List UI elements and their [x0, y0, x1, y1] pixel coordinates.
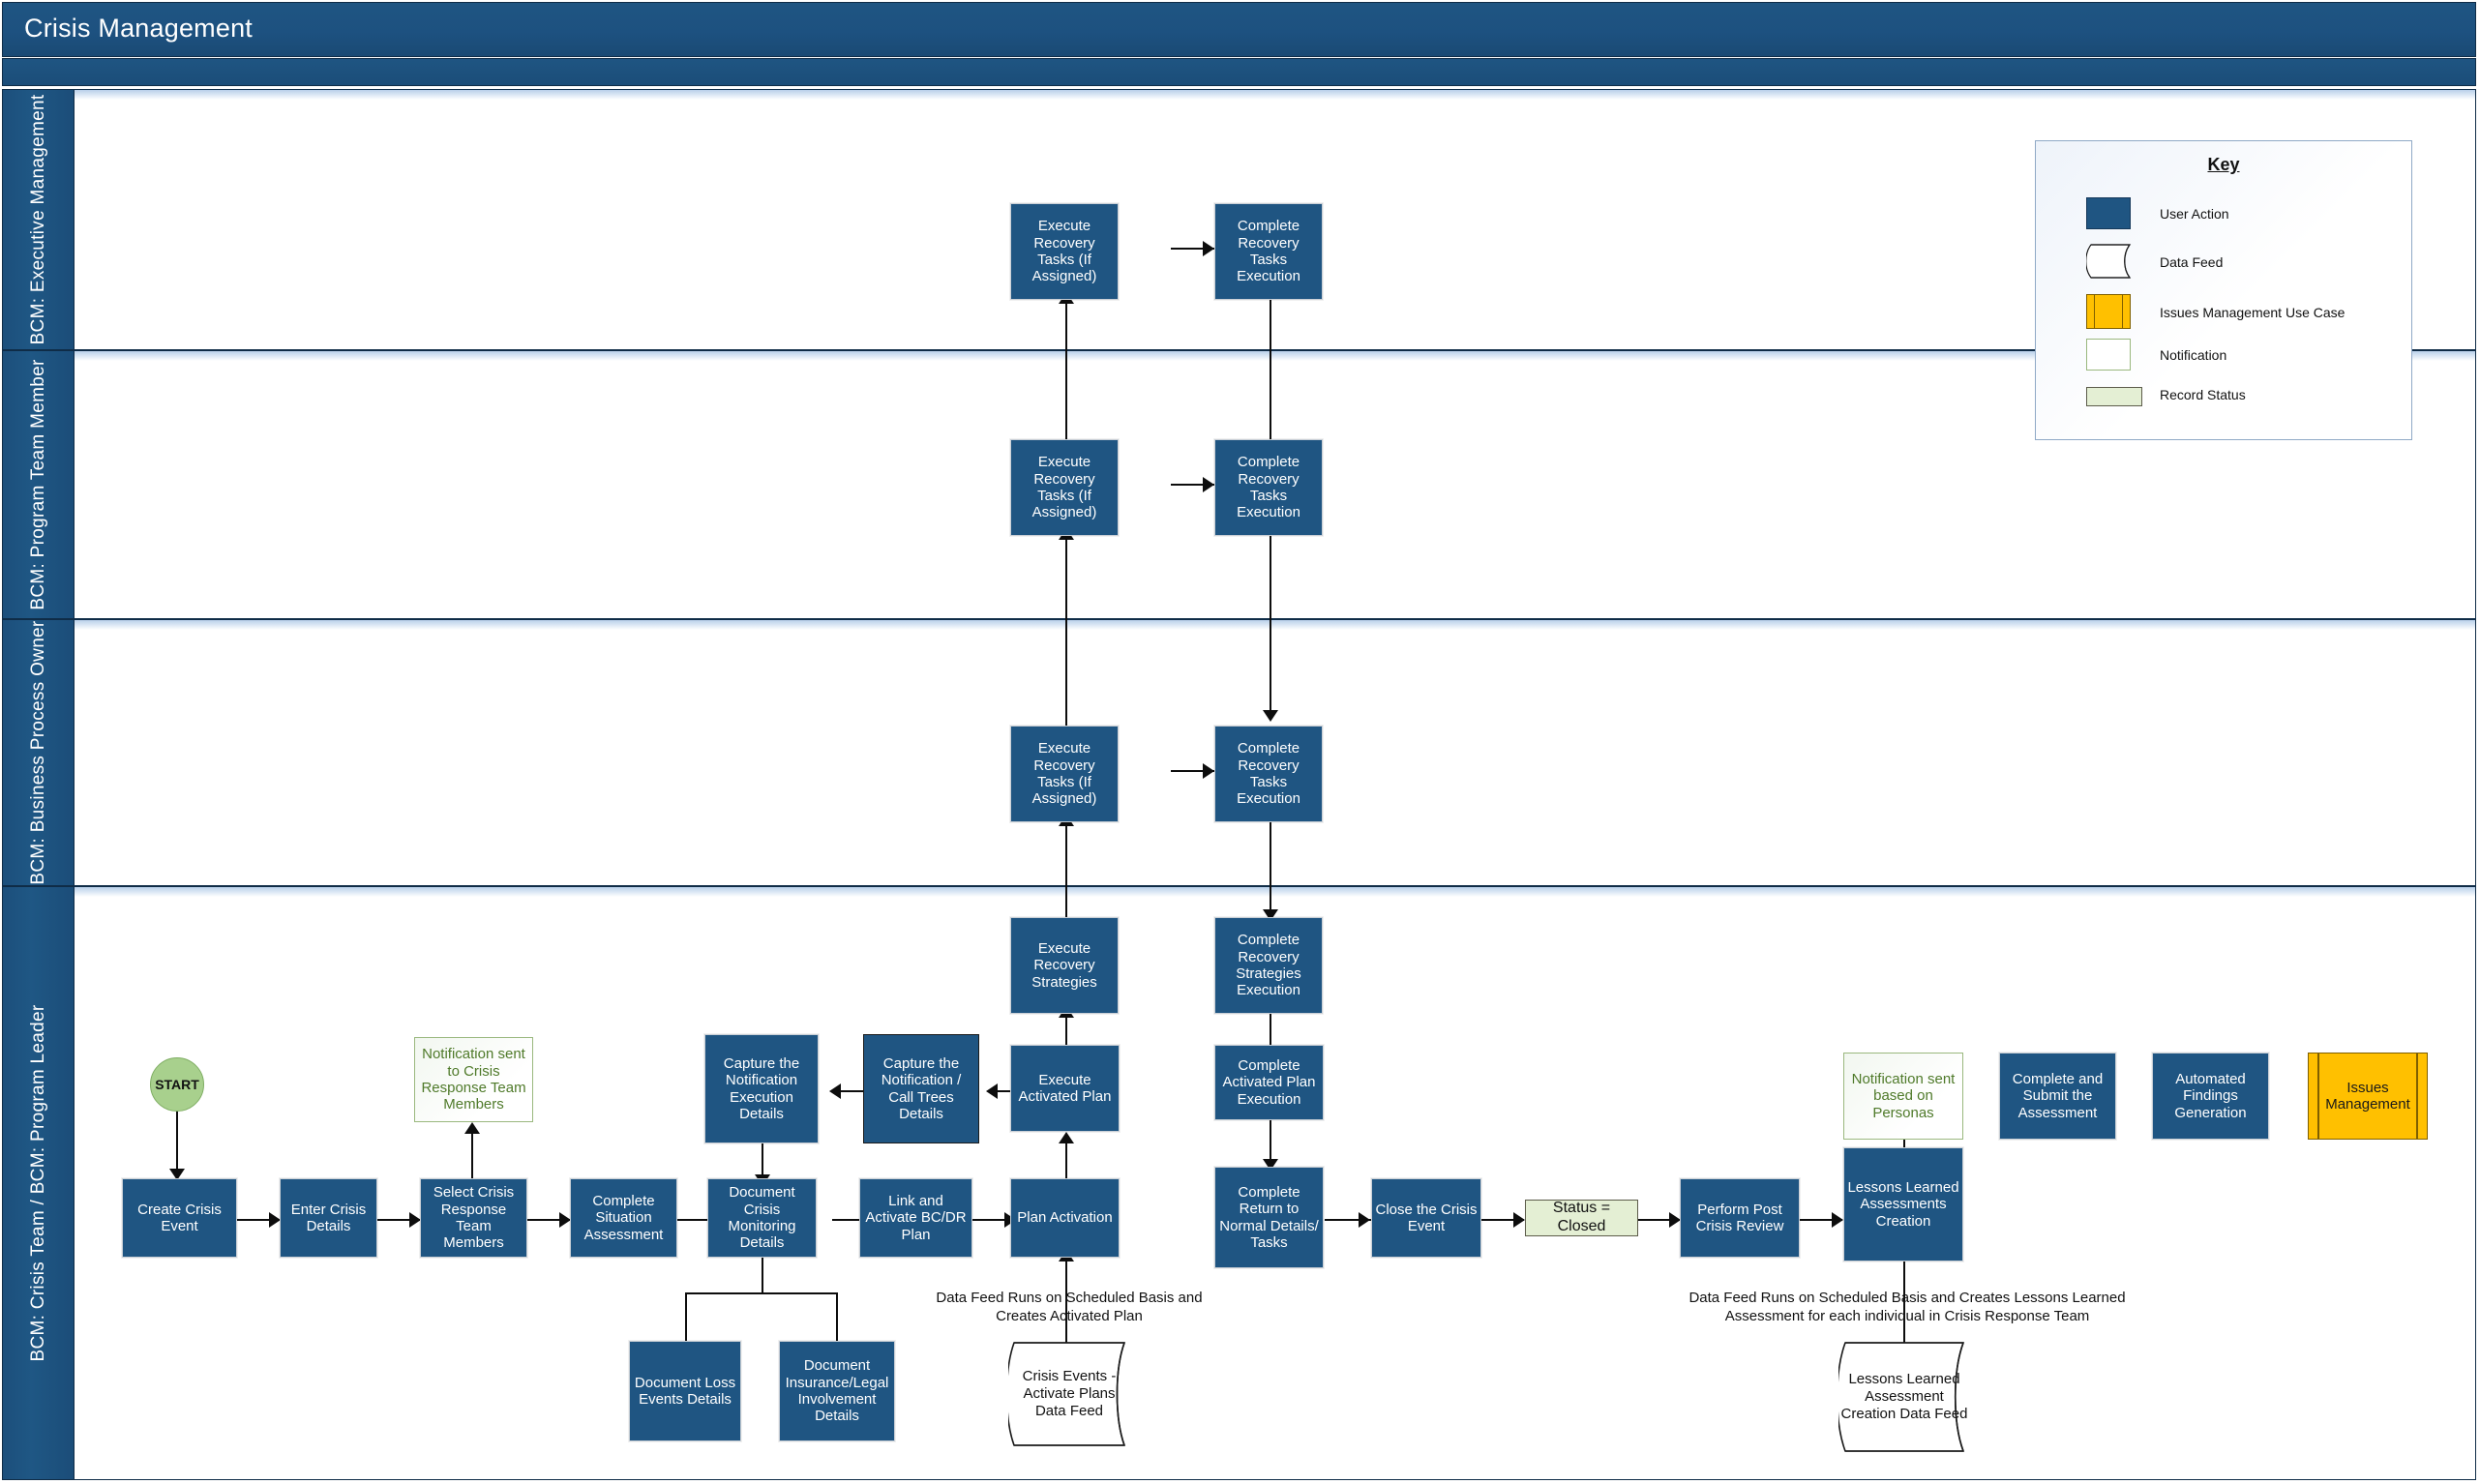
connector: [1065, 822, 1067, 919]
datafeed-crisis-events-activate-plans[interactable]: Crisis Events - Activate Plans Data Feed: [1008, 1341, 1130, 1447]
caption-activate-plans-data-feed: Data Feed Runs on Scheduled Basis and Cr…: [936, 1290, 1203, 1324]
node-capture-notification-execution-details[interactable]: Capture the Notification Execution Detai…: [704, 1034, 819, 1143]
use-case-left-bar: [2317, 1054, 2319, 1139]
node-create-crisis-event[interactable]: Create Crisis Event: [122, 1178, 237, 1258]
swimlane-label: BCM: Program Team Member: [27, 359, 48, 610]
legend-swatch-record-status: [2086, 387, 2142, 406]
node-select-crisis-response-team-members[interactable]: Select Crisis Response Team Members: [420, 1178, 527, 1258]
arrow-head: [1832, 1212, 1843, 1228]
arrow-head: [464, 1122, 480, 1134]
connector: [685, 1292, 838, 1294]
node-bpo-execute-recovery-tasks[interactable]: Execute Recovery Tasks (If Assigned): [1010, 726, 1119, 822]
arrow-head: [1203, 241, 1214, 256]
use-case-right-bar: [2416, 1054, 2418, 1139]
legend-row-issues-management-use-case: Issues Management Use Case: [2036, 294, 2411, 333]
arrow-head: [1203, 477, 1214, 492]
caption-lessons-learned-data-feed: Data Feed Runs on Scheduled Basis and Cr…: [1688, 1290, 2126, 1324]
connector: [762, 1258, 763, 1292]
diagram-canvas: Crisis Management BCM: Executive Managem…: [0, 0, 2480, 1484]
node-complete-activated-plan-execution[interactable]: Complete Activated Plan Execution: [1214, 1045, 1324, 1120]
swimlane-label: BCM: Business Process Owner: [27, 620, 48, 885]
node-complete-situation-assessment[interactable]: Complete Situation Assessment: [570, 1178, 677, 1258]
node-notification-crisis-response-team-members[interactable]: Notification sent to Crisis Response Tea…: [414, 1037, 533, 1122]
node-document-loss-events-details[interactable]: Document Loss Events Details: [629, 1341, 741, 1441]
legend-swatch-issues-management-use-case: [2086, 294, 2131, 329]
legend-label-record-status: Record Status: [2160, 387, 2246, 402]
node-bpo-complete-recovery-tasks-execution[interactable]: Complete Recovery Tasks Execution: [1214, 726, 1323, 822]
node-lessons-learned-assessments-creation[interactable]: Lessons Learned Assessments Creation: [1843, 1147, 1963, 1261]
legend-swatch-user-action: [2086, 197, 2131, 229]
node-status-closed[interactable]: Status = Closed: [1525, 1200, 1638, 1236]
node-document-insurance-legal-involvement-details[interactable]: Document Insurance/Legal Involvement Det…: [779, 1341, 895, 1441]
swimlane-label: BCM: Crisis Team / BCM: Program Leader: [27, 1004, 48, 1362]
node-exec-execute-recovery-tasks[interactable]: Execute Recovery Tasks (If Assigned): [1010, 203, 1119, 300]
swimlane-label: BCM: Executive Management: [27, 94, 48, 345]
node-execute-activated-plan[interactable]: Execute Activated Plan: [1010, 1045, 1120, 1132]
connector: [471, 1130, 473, 1182]
swimlane-header-program-team-member: BCM: Program Team Member: [3, 351, 75, 618]
datafeed-lessons-learned-assessment-creation[interactable]: Lessons Learned Assessment Creation Data…: [1838, 1341, 1970, 1453]
diagram-sub-bar: [2, 58, 2476, 86]
legend-row-data-feed: Data Feed: [2036, 244, 2411, 282]
legend-row-notification: Notification: [2036, 339, 2411, 377]
node-perform-post-crisis-review[interactable]: Perform Post Crisis Review: [1680, 1178, 1800, 1258]
cylinder-icon: [2085, 244, 2132, 279]
node-exec-complete-recovery-tasks-execution[interactable]: Complete Recovery Tasks Execution: [1214, 203, 1323, 300]
connector: [836, 1292, 838, 1341]
arrow-head: [829, 1083, 841, 1099]
connector: [1270, 822, 1271, 917]
legend-swatch-data-feed: [2085, 244, 2135, 279]
connector: [1270, 300, 1271, 455]
node-document-crisis-monitoring-details[interactable]: Document Crisis Monitoring Details: [707, 1178, 817, 1258]
legend-row-user-action: User Action: [2036, 195, 2411, 234]
legend-key: Key User Action Data Feed Issues Managem…: [2035, 140, 2412, 440]
arrow-head: [1359, 1212, 1370, 1228]
legend-label-data-feed: Data Feed: [2160, 254, 2224, 270]
arrow-head: [986, 1083, 998, 1099]
connector: [1065, 1140, 1067, 1180]
node-execute-recovery-strategies[interactable]: Execute Recovery Strategies: [1010, 917, 1119, 1014]
connector: [1065, 536, 1067, 729]
arrow-head: [1203, 763, 1214, 779]
node-link-and-activate-bcdr-plan[interactable]: Link and Activate BC/DR Plan: [859, 1178, 972, 1258]
node-enter-crisis-details[interactable]: Enter Crisis Details: [280, 1178, 377, 1258]
arrow-head: [1059, 1132, 1074, 1143]
node-notification-sent-based-on-personas[interactable]: Notification sent based on Personas: [1843, 1053, 1963, 1140]
node-close-the-crisis-event[interactable]: Close the Crisis Event: [1371, 1178, 1481, 1258]
legend-label-notification: Notification: [2160, 347, 2227, 363]
node-automated-findings-generation[interactable]: Automated Findings Generation: [2152, 1053, 2269, 1140]
legend-title: Key: [2207, 155, 2240, 174]
connector: [685, 1292, 687, 1341]
use-case-left-bar: [2094, 295, 2095, 328]
swimlane-header-executive-management: BCM: Executive Management: [3, 90, 75, 349]
arrow-head: [1513, 1212, 1525, 1228]
use-case-right-bar: [2122, 295, 2123, 328]
node-start[interactable]: START: [150, 1057, 204, 1112]
legend-label-user-action: User Action: [2160, 206, 2229, 222]
connector: [176, 1111, 178, 1176]
node-complete-recovery-strategies-execution[interactable]: Complete Recovery Strategies Execution: [1214, 917, 1323, 1014]
legend-row-record-status: Record Status: [2036, 381, 2411, 420]
node-program-complete-recovery-tasks-execution[interactable]: Complete Recovery Tasks Execution: [1214, 439, 1323, 536]
swimlane-header-crisis-team-program-leader: BCM: Crisis Team / BCM: Program Leader: [3, 887, 75, 1479]
legend-swatch-notification: [2086, 339, 2131, 371]
node-issues-management[interactable]: Issues Management: [2308, 1053, 2428, 1140]
diagram-title-bar: Crisis Management: [2, 2, 2476, 57]
connector: [1270, 536, 1271, 718]
node-complete-return-to-normal-details-tasks[interactable]: Complete Return to Normal Details/ Tasks: [1214, 1167, 1324, 1268]
node-capture-notification-call-trees-details[interactable]: Capture the Notification / Call Trees De…: [863, 1034, 979, 1143]
swimlane-header-business-process-owner: BCM: Business Process Owner: [3, 620, 75, 885]
arrow-head: [1263, 710, 1278, 722]
legend-label-issues-management-use-case: Issues Management Use Case: [2160, 305, 2346, 320]
page-title: Crisis Management: [24, 14, 253, 43]
node-plan-activation[interactable]: Plan Activation: [1010, 1178, 1120, 1258]
node-complete-and-submit-the-assessment[interactable]: Complete and Submit the Assessment: [1999, 1053, 2116, 1140]
node-program-execute-recovery-tasks[interactable]: Execute Recovery Tasks (If Assigned): [1010, 439, 1119, 536]
